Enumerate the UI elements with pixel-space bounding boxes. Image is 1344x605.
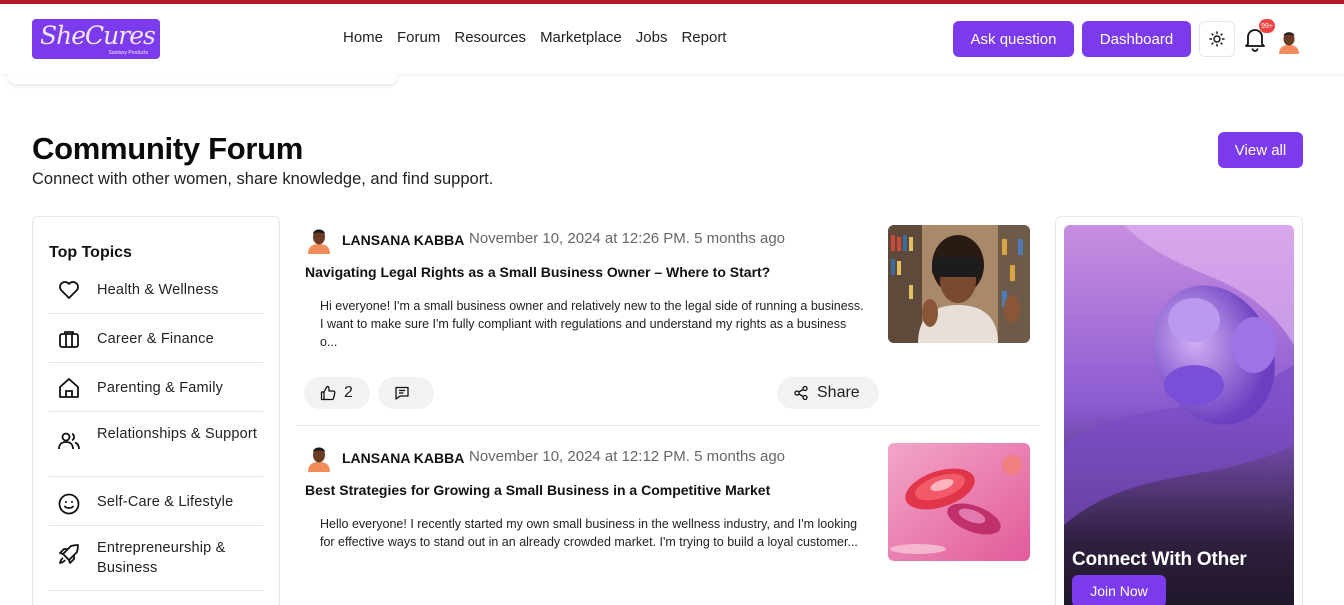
topic-relationships-support[interactable]: Relationships & Support <box>49 412 263 477</box>
forum-post[interactable]: LANSANA KABBA November 10, 2024 at 12:26… <box>296 216 1040 425</box>
comment-icon <box>395 386 409 400</box>
topic-label: Entrepreneurship & Business <box>97 540 226 576</box>
comment-button[interactable] <box>378 377 434 409</box>
smile-icon <box>58 493 80 515</box>
site-header: SheCures Sanitary Products Home Forum Re… <box>0 4 1344 74</box>
share-label: Share <box>817 384 860 401</box>
forum-post[interactable]: LANSANA KABBA November 10, 2024 at 12:12… <box>296 426 1040 605</box>
author-avatar[interactable] <box>306 224 332 254</box>
notification-badge: 99+ <box>1259 19 1275 33</box>
heart-icon <box>59 281 79 299</box>
topic-label: Career & Finance <box>97 331 214 347</box>
home-icon <box>59 378 79 398</box>
nav-home[interactable]: Home <box>343 29 383 46</box>
share-icon <box>794 385 808 401</box>
rocket-icon <box>59 544 79 564</box>
promo-image <box>1064 225 1294 605</box>
sun-icon <box>1209 31 1225 47</box>
top-topics-card: Top Topics Health & Wellness Career & Fi… <box>32 216 280 605</box>
nav-resources[interactable]: Resources <box>454 29 526 46</box>
promo-heading: Connect With Other <box>1072 549 1247 570</box>
topic-label: Parenting & Family <box>97 380 224 396</box>
nav-forum[interactable]: Forum <box>397 29 440 46</box>
post-date: November 10, 2024 at 12:12 PM. 5 months … <box>469 448 786 465</box>
users-icon <box>58 432 80 450</box>
post-thumbnail[interactable] <box>888 443 1030 561</box>
page-subtitle: Connect with other women, share knowledg… <box>32 170 494 188</box>
post-author[interactable]: LANSANA KABBA <box>342 450 464 466</box>
view-all-button[interactable]: View all <box>1218 132 1303 168</box>
nav-report[interactable]: Report <box>681 29 726 46</box>
nav-marketplace[interactable]: Marketplace <box>540 29 622 46</box>
post-excerpt: Hello everyone! I recently started my ow… <box>320 517 858 549</box>
author-avatar[interactable] <box>306 442 332 472</box>
like-button[interactable]: 2 <box>304 377 370 409</box>
thumbs-up-icon <box>320 385 336 401</box>
topic-label: Relationships & Support <box>97 426 258 442</box>
post-thumbnail[interactable] <box>888 225 1030 343</box>
theme-toggle-button[interactable] <box>1199 21 1235 57</box>
topic-label: Self-Care & Lifestyle <box>97 494 234 510</box>
topic-self-care-lifestyle[interactable]: Self-Care & Lifestyle <box>49 477 263 526</box>
shecures-logo[interactable]: SheCures Sanitary Products <box>32 19 160 59</box>
post-title[interactable]: Navigating Legal Rights as a Small Busin… <box>305 264 770 280</box>
user-avatar[interactable] <box>1277 28 1301 54</box>
post-author[interactable]: LANSANA KABBA <box>342 232 464 248</box>
promo-card: Connect With Other Join Now <box>1055 216 1303 605</box>
logo-subtext: Sanitary Products <box>108 50 148 56</box>
share-button[interactable]: Share <box>777 377 879 409</box>
logo-text: SheCures <box>40 21 156 50</box>
like-count: 2 <box>344 384 353 401</box>
post-excerpt: Hi everyone! I'm a small business owner … <box>320 299 864 349</box>
top-topics-title: Top Topics <box>49 244 132 261</box>
main-nav: Home Forum Resources Marketplace Jobs Re… <box>343 29 740 46</box>
collapsed-dropdown-panel <box>8 74 397 84</box>
topic-health-wellness[interactable]: Health & Wellness <box>49 265 263 314</box>
ask-question-button[interactable]: Ask question <box>953 21 1074 57</box>
join-now-button[interactable]: Join Now <box>1072 575 1166 605</box>
dashboard-button[interactable]: Dashboard <box>1082 21 1191 57</box>
topic-entrepreneurship-business[interactable]: Entrepreneurship & Business <box>49 526 263 591</box>
nav-jobs[interactable]: Jobs <box>636 29 668 46</box>
post-title[interactable]: Best Strategies for Growing a Small Busi… <box>305 482 770 498</box>
page-title: Community Forum <box>32 131 304 166</box>
topic-label: Health & Wellness <box>97 282 219 298</box>
topic-career-finance[interactable]: Career & Finance <box>49 314 263 363</box>
post-date: November 10, 2024 at 12:26 PM. 5 months … <box>469 230 786 247</box>
briefcase-icon <box>59 331 79 348</box>
topic-parenting-family[interactable]: Parenting & Family <box>49 363 263 412</box>
